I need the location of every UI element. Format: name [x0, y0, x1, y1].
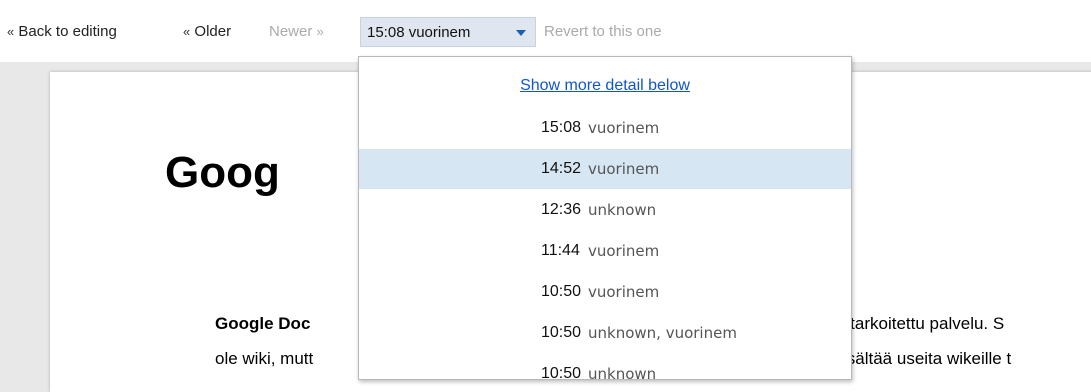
- revert-label: Revert to this one: [544, 23, 662, 40]
- revision-author: vuorinem: [588, 160, 660, 178]
- older-link[interactable]: « Older: [183, 23, 231, 41]
- revision-author: vuorinem: [588, 119, 660, 137]
- back-arrow-icon: «: [7, 24, 15, 39]
- revision-time: 14:52: [541, 160, 582, 177]
- revision-time: 10:50: [541, 283, 582, 300]
- newer-arrow-icon: »: [316, 24, 324, 39]
- revision-menu-item[interactable]: 14:52 vuorinem: [359, 149, 851, 189]
- document-line-1-left: Google Doc: [215, 314, 310, 334]
- revision-author: unknown: [588, 201, 657, 219]
- revision-time: 11:44: [541, 242, 580, 259]
- revision-menu-item[interactable]: 11:44 vuorinem: [359, 231, 851, 271]
- revision-toolbar: « Back to editing « Older Newer » 15:08 …: [0, 0, 1091, 62]
- selected-revision-label: 15:08 vuorinem: [367, 24, 471, 41]
- revision-select[interactable]: 15:08 vuorinem: [360, 17, 536, 47]
- older-arrow-icon: «: [183, 24, 191, 39]
- revision-menu-item[interactable]: 12:36 unknown: [359, 190, 851, 230]
- back-to-editing-label: Back to editing: [18, 23, 117, 40]
- document-line-1-bold: Google Doc: [215, 314, 311, 333]
- revision-menu-item[interactable]: 10:50 vuorinem: [359, 272, 851, 312]
- document-title: Goog: [165, 148, 280, 197]
- show-more-detail-link[interactable]: Show more detail below: [359, 77, 851, 95]
- revision-author: vuorinem: [588, 242, 660, 260]
- document-line-2-left: ole wiki, mutt: [215, 349, 314, 368]
- document-line-1-right: n tarkoitettu palvelu. S: [836, 314, 1005, 333]
- revision-time: 12:36: [541, 201, 582, 218]
- revision-time: 15:08: [541, 119, 582, 136]
- revision-author: vuorinem: [588, 283, 660, 301]
- back-to-editing-link[interactable]: « Back to editing: [7, 23, 117, 41]
- newer-link[interactable]: Newer »: [269, 23, 324, 41]
- document-line-2-right: isältää useita wikeille t: [843, 349, 1012, 368]
- chevron-down-icon: [516, 30, 526, 36]
- older-label: Older: [194, 23, 232, 40]
- revision-menu-item[interactable]: 10:50 unknown: [359, 354, 851, 380]
- revision-time: 10:50: [541, 324, 582, 341]
- revision-menu-item[interactable]: 10:50 unknown, vuorinem: [359, 313, 851, 353]
- revision-author: unknown, vuorinem: [588, 324, 737, 342]
- revision-author: unknown: [588, 365, 657, 380]
- revert-link[interactable]: Revert to this one: [544, 23, 662, 41]
- newer-label: Newer: [269, 23, 313, 40]
- revision-dropdown-menu: Show more detail below 15:08 vuorinem 14:5…: [358, 56, 852, 380]
- revision-time: 10:50: [541, 365, 582, 380]
- revision-menu-item[interactable]: 15:08 vuorinem: [359, 108, 851, 148]
